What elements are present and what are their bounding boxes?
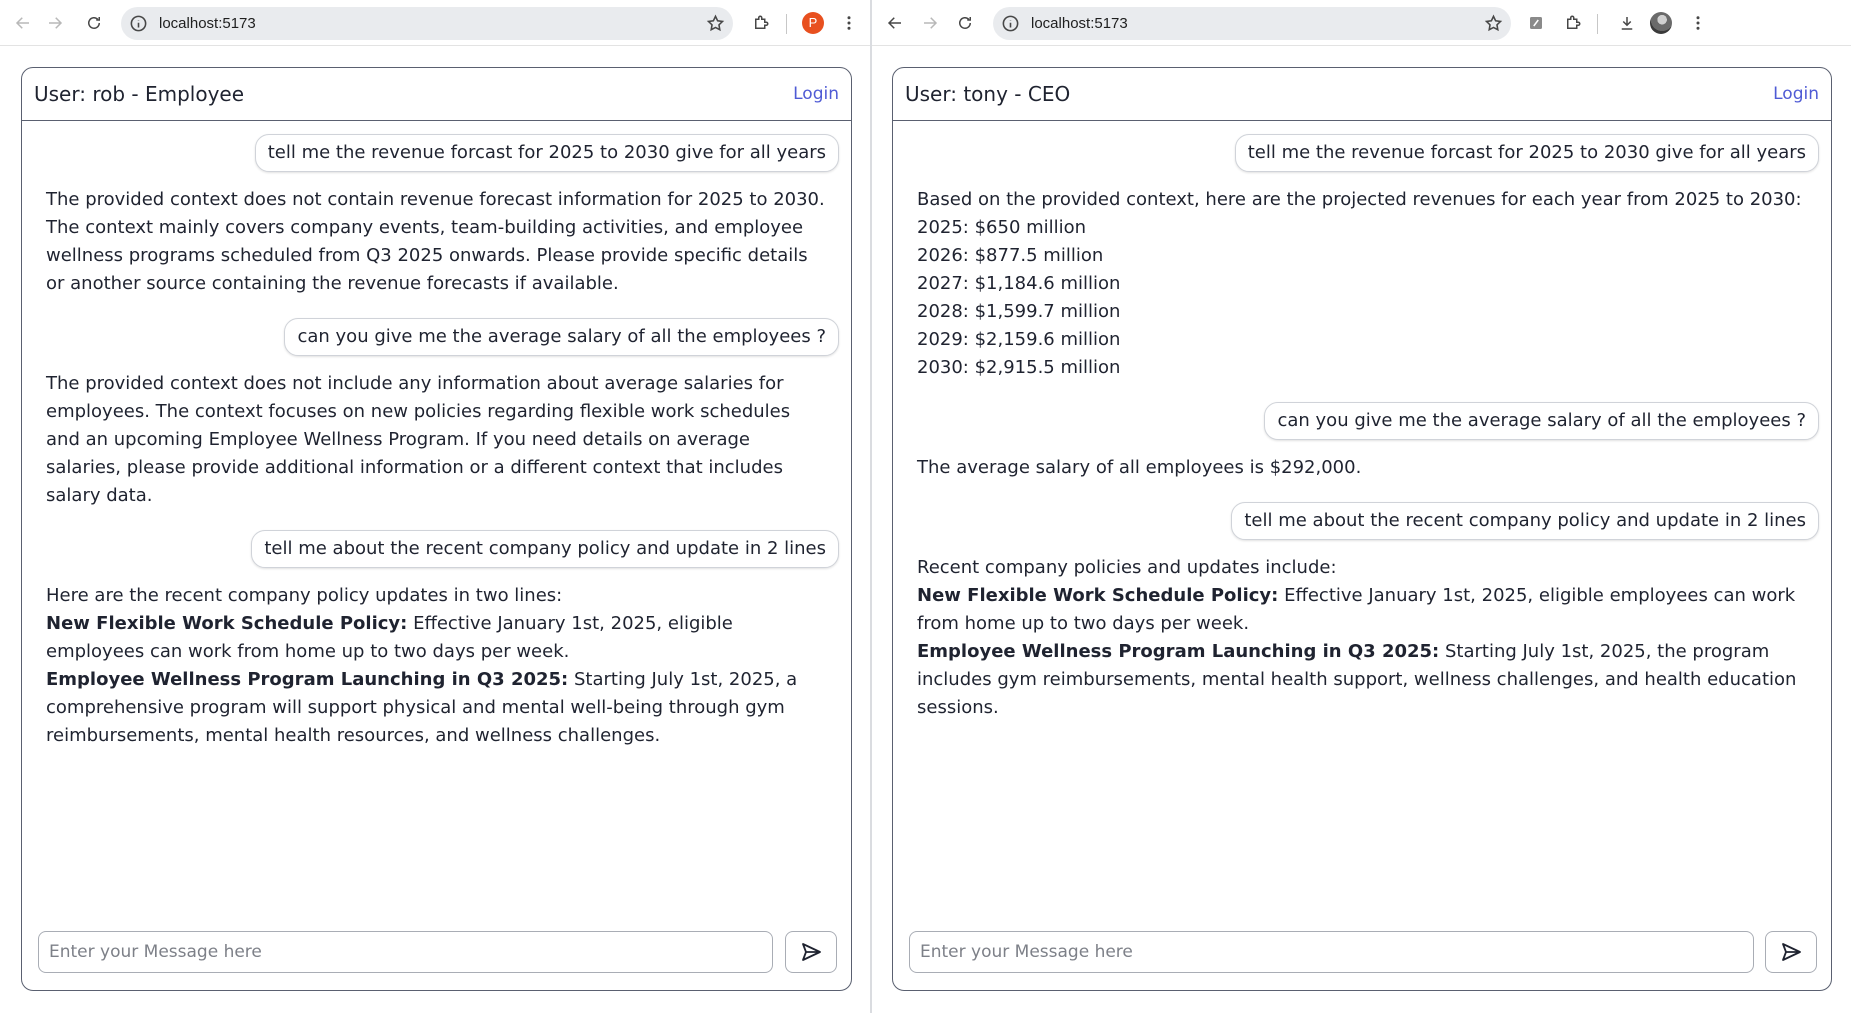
assistant-message-line: 2027: $1,184.6 million [917, 270, 1809, 298]
send-icon [1782, 943, 1801, 961]
reload-icon[interactable] [79, 8, 109, 38]
message-input[interactable] [909, 931, 1754, 973]
url-text[interactable]: localhost:5173 [159, 7, 256, 40]
user-message: tell me about the recent company policy … [46, 530, 839, 568]
star-icon[interactable] [1484, 14, 1503, 33]
assistant-message: The average salary of all employees is $… [917, 454, 1819, 482]
profile-avatar[interactable]: P [802, 12, 824, 34]
star-icon[interactable] [706, 14, 725, 33]
send-icon [802, 943, 821, 961]
user-message: tell me the revenue forcast for 2025 to … [917, 134, 1819, 172]
extension-icon[interactable] [1521, 8, 1551, 38]
chat-title: User: tony - CEO [905, 82, 1071, 106]
policy-heading: New Flexible Work Schedule Policy: [917, 585, 1279, 606]
login-link[interactable]: Login [1773, 68, 1819, 120]
browser-toolbar: localhost:5173 [872, 0, 1851, 46]
user-message-bubble: can you give me the average salary of al… [284, 318, 839, 356]
assistant-message-line: 2026: $877.5 million [917, 242, 1809, 270]
assistant-message: The provided context does not contain re… [46, 186, 839, 298]
assistant-message-text: 2025: $650 million [917, 217, 1087, 238]
forward-icon[interactable] [915, 8, 945, 38]
assistant-message-text: The provided context does not contain re… [46, 189, 825, 294]
reload-icon[interactable] [950, 8, 980, 38]
assistant-message-line: 2030: $2,915.5 million [917, 354, 1809, 382]
back-icon[interactable] [8, 8, 38, 38]
assistant-message-text: Recent company policies and updates incl… [917, 557, 1337, 578]
assistant-message-line: New Flexible Work Schedule Policy: Effec… [917, 582, 1809, 638]
message-input[interactable] [38, 931, 773, 973]
address-bar[interactable]: localhost:5173 [993, 7, 1511, 40]
assistant-message-text: 2027: $1,184.6 million [917, 273, 1121, 294]
assistant-message-text: 2028: $1,599.7 million [917, 301, 1121, 322]
login-link[interactable]: Login [793, 68, 839, 120]
browser-window-left: localhost:5173 P User: rob - Employee Lo… [0, 0, 870, 1013]
assistant-message-line: Employee Wellness Program Launching in Q… [46, 666, 829, 750]
browser-window-right: localhost:5173 User: tony - CEO Login te… [872, 0, 1851, 1013]
chat-title: User: rob - Employee [34, 82, 245, 106]
browser-toolbar: localhost:5173 P [0, 0, 870, 46]
policy-heading: Employee Wellness Program Launching in Q… [46, 669, 569, 690]
toolbar-separator [1597, 14, 1598, 34]
url-text[interactable]: localhost:5173 [1031, 7, 1128, 40]
chat-header: User: tony - CEO Login [893, 68, 1831, 121]
user-message: can you give me the average salary of al… [46, 318, 839, 356]
screen: localhost:5173 P User: rob - Employee Lo… [0, 0, 1851, 1013]
user-message-bubble: tell me the revenue forcast for 2025 to … [254, 134, 839, 172]
info-icon[interactable] [129, 14, 148, 33]
user-message: tell me about the recent company policy … [917, 502, 1819, 540]
address-bar[interactable]: localhost:5173 [121, 7, 733, 40]
chat-panel: User: tony - CEO Login tell me the reven… [892, 67, 1832, 991]
assistant-message-text: The provided context does not include an… [46, 373, 791, 506]
composer [22, 920, 851, 990]
assistant-message: Based on the provided context, here are … [917, 186, 1819, 382]
assistant-message-line: New Flexible Work Schedule Policy: Effec… [46, 610, 829, 666]
assistant-message-line: 2025: $650 million [917, 214, 1809, 242]
user-message-bubble: tell me about the recent company policy … [251, 530, 839, 568]
send-button[interactable] [785, 931, 837, 973]
assistant-message: Recent company policies and updates incl… [917, 554, 1819, 722]
download-icon[interactable] [1612, 8, 1642, 38]
send-button[interactable] [1765, 931, 1817, 973]
profile-avatar[interactable] [1650, 12, 1672, 34]
policy-heading: Employee Wellness Program Launching in Q… [917, 641, 1440, 662]
user-message: can you give me the average salary of al… [917, 402, 1819, 440]
info-icon[interactable] [1001, 14, 1020, 33]
composer [893, 920, 1831, 990]
message-list: tell me the revenue forcast for 2025 to … [893, 122, 1831, 920]
assistant-message-line: 2028: $1,599.7 million [917, 298, 1809, 326]
puzzle-icon[interactable] [1558, 8, 1588, 38]
message-list: tell me the revenue forcast for 2025 to … [22, 122, 851, 920]
assistant-message-text: 2030: $2,915.5 million [917, 357, 1121, 378]
assistant-message-line: The average salary of all employees is $… [917, 454, 1809, 482]
assistant-message-line: Recent company policies and updates incl… [917, 554, 1809, 582]
assistant-message-line: Employee Wellness Program Launching in Q… [917, 638, 1809, 722]
assistant-message-text: The average salary of all employees is $… [917, 457, 1362, 478]
forward-icon[interactable] [40, 8, 70, 38]
assistant-message: The provided context does not include an… [46, 370, 839, 510]
assistant-message-text: 2026: $877.5 million [917, 245, 1104, 266]
user-message: tell me the revenue forcast for 2025 to … [46, 134, 839, 172]
assistant-message-line: The provided context does not include an… [46, 370, 829, 510]
assistant-message-line: Based on the provided context, here are … [917, 186, 1809, 214]
assistant-message-text: Here are the recent company policy updat… [46, 585, 563, 606]
assistant-message: Here are the recent company policy updat… [46, 582, 839, 750]
assistant-message-line: Here are the recent company policy updat… [46, 582, 829, 610]
chat-header: User: rob - Employee Login [22, 68, 851, 121]
user-message-bubble: tell me about the recent company policy … [1231, 502, 1819, 540]
policy-heading: New Flexible Work Schedule Policy: [46, 613, 408, 634]
kebab-menu-icon[interactable] [1683, 8, 1713, 38]
kebab-menu-icon[interactable] [834, 8, 864, 38]
user-message-bubble: tell me the revenue forcast for 2025 to … [1234, 134, 1819, 172]
assistant-message-line: 2029: $2,159.6 million [917, 326, 1809, 354]
assistant-message-text: Based on the provided context, here are … [917, 189, 1802, 210]
back-icon[interactable] [880, 8, 910, 38]
assistant-message-text: 2029: $2,159.6 million [917, 329, 1121, 350]
chat-panel: User: rob - Employee Login tell me the r… [21, 67, 852, 991]
toolbar-separator [786, 14, 787, 34]
puzzle-icon[interactable] [746, 8, 776, 38]
assistant-message-line: The provided context does not contain re… [46, 186, 829, 298]
user-message-bubble: can you give me the average salary of al… [1264, 402, 1819, 440]
